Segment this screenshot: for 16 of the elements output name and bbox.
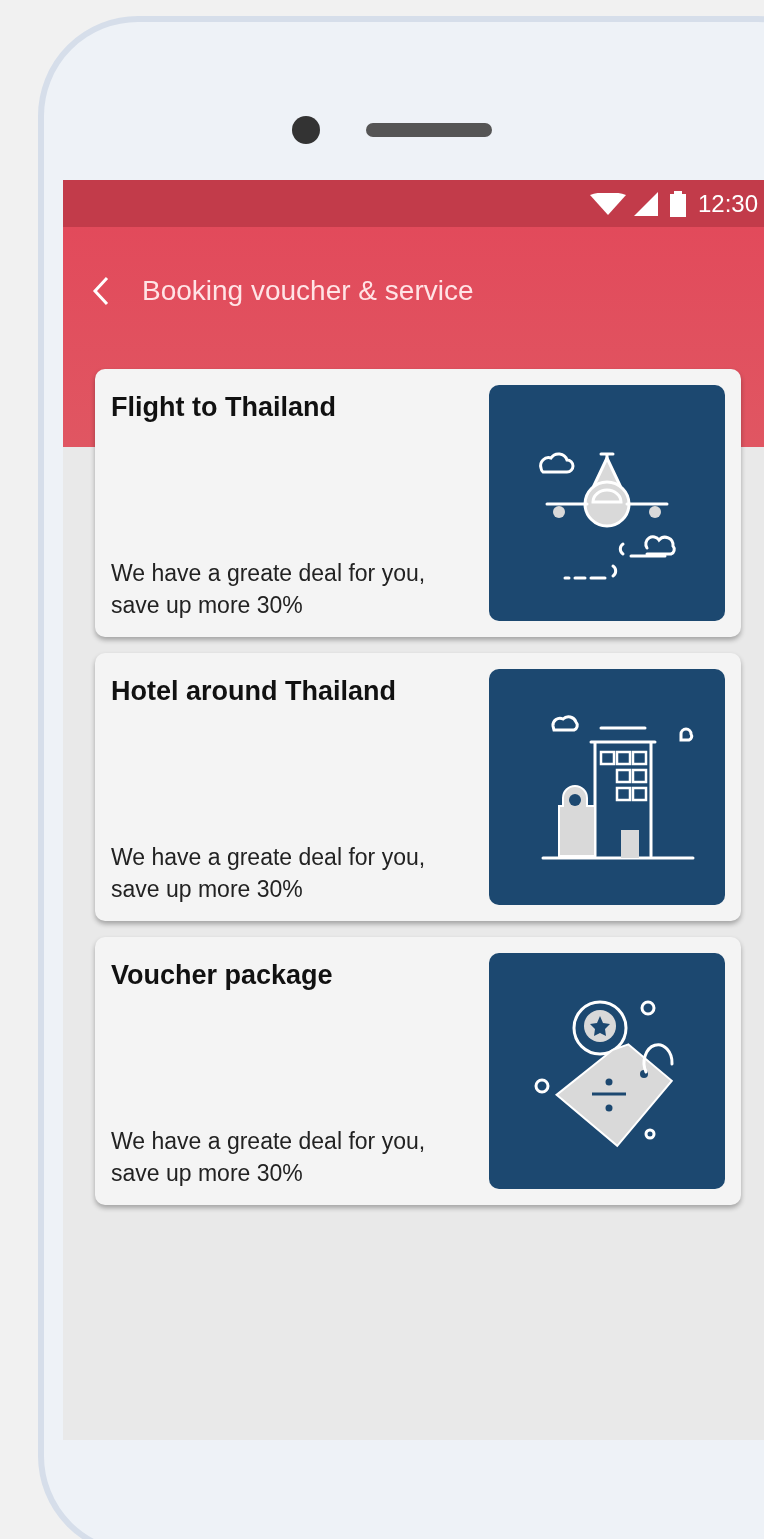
card-title: Voucher package xyxy=(111,959,334,992)
status-time: 12:30 xyxy=(697,188,758,219)
back-icon xyxy=(91,276,111,306)
card-description: We have a greate deal for you, save up more 30% xyxy=(111,559,427,620)
wifi-icon xyxy=(589,192,626,215)
offer-card[interactable]: Voucher package We have a greate deal for you, save up more 30% xyxy=(95,937,741,1205)
signal-icon xyxy=(633,191,658,216)
battery-icon xyxy=(669,190,686,217)
camera-icon xyxy=(292,116,320,144)
card-title: Hotel around Thailand xyxy=(111,675,397,708)
card-description: We have a greate deal for you, save up more 30% xyxy=(111,1127,427,1188)
card-title: Flight to Thailand xyxy=(111,391,337,424)
offer-card[interactable]: Hotel around Thailand We have a greate deal for you, save up more 30% xyxy=(95,653,741,921)
page-title: Booking voucher & service xyxy=(142,274,474,308)
card-description: We have a greate deal for you, save up more 30% xyxy=(111,843,427,904)
offer-card[interactable]: Flight to Thailand We have a greate deal for you, save up more 30% xyxy=(95,369,741,637)
